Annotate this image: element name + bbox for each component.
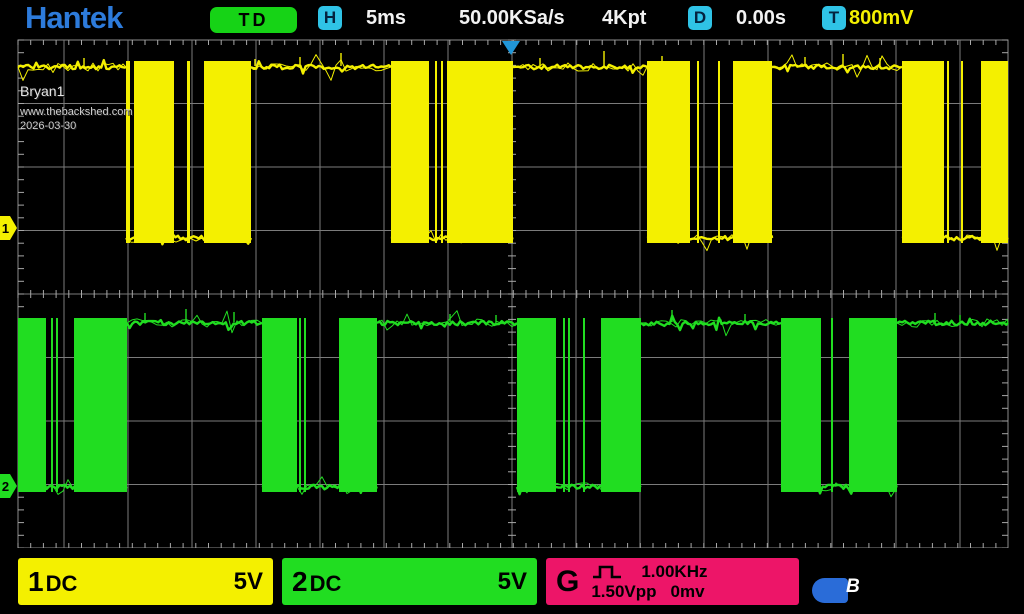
ch2-reference-marker: 2 — [0, 474, 17, 498]
sample-rate-value: 50.00KSa/s — [459, 0, 565, 36]
waveform-display: 12 — [0, 0, 1024, 614]
svg-text:2: 2 — [2, 479, 9, 494]
channel1-coupling: DC — [46, 571, 78, 596]
trigger-position-marker — [502, 41, 520, 55]
annotation-date: 2026-03-30 — [20, 119, 133, 133]
generator-label: G — [556, 565, 579, 599]
generator-amplitude: 1.50Vpp — [591, 582, 656, 602]
generator-offset: 0mv — [671, 582, 705, 602]
channel1-number: 1 — [28, 566, 44, 597]
horizontal-menu-icon: H — [318, 6, 342, 30]
channel2-number: 2 — [292, 566, 308, 597]
channel2-label: 2DC — [292, 558, 341, 605]
trigger-status-button[interactable]: TD — [210, 7, 297, 33]
ch2-trace — [18, 309, 1008, 497]
channel2-status-box[interactable]: 2DC 5V — [282, 558, 537, 605]
record-length-value: 4Kpt — [602, 0, 646, 36]
channel2-coupling: DC — [310, 571, 342, 596]
top-status-bar: Hantek TD H 5ms 50.00KSa/s 4Kpt D 0.00s … — [0, 0, 1024, 36]
annotation-url: www.thebackshed.com — [20, 105, 133, 119]
timebase-value: 5ms — [366, 0, 406, 36]
channel1-status-box[interactable]: 1DC 5V — [18, 558, 273, 605]
trigger-delay-value: 0.00s — [736, 0, 786, 36]
square-wave-icon — [591, 564, 623, 580]
bottom-status-bar: 1DC 5V 2DC 5V G 1.00KHz 1.50Vpp 0m — [0, 548, 1024, 614]
channel1-scale: 5V — [234, 558, 263, 605]
usb-disk-label: B — [846, 576, 860, 598]
annotation-name: Bryan1 — [20, 83, 133, 99]
generator-readouts: 1.00KHz 1.50Vpp 0mv — [591, 562, 707, 602]
generator-frequency: 1.00KHz — [641, 562, 707, 582]
generator-status-box[interactable]: G 1.00KHz 1.50Vpp 0mv — [546, 558, 799, 605]
trigger-level-value: 800mV — [849, 0, 914, 36]
oscilloscope-screen: 12 Hantek TD H 5ms 50.00KSa/s 4Kpt D 0.0… — [0, 0, 1024, 614]
ch1-reference-marker: 1 — [0, 216, 17, 240]
channel2-scale: 5V — [498, 558, 527, 605]
trigger-icon: T — [822, 6, 846, 30]
usb-disk-icon — [812, 578, 848, 603]
delay-icon: D — [688, 6, 712, 30]
svg-text:1: 1 — [2, 221, 9, 236]
channel1-label: 1DC — [28, 558, 77, 605]
user-annotation: Bryan1 www.thebackshed.com 2026-03-30 — [20, 83, 133, 133]
brand-logo: Hantek — [25, 0, 122, 36]
ch1-trace — [18, 51, 1008, 251]
